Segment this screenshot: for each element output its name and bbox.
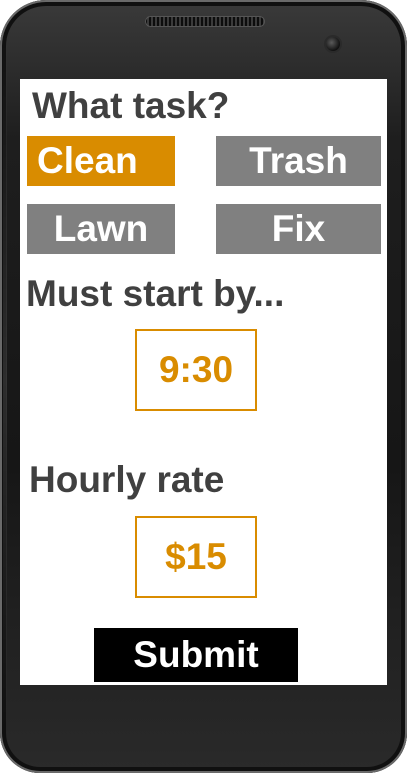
submit-button[interactable]: Submit	[94, 628, 298, 682]
phone-frame: What task? Clean Trash Lawn Fix Must sta…	[0, 0, 407, 773]
task-option-clean[interactable]: Clean	[27, 136, 175, 186]
hourly-rate-heading: Hourly rate	[29, 459, 225, 500]
task-option-fix[interactable]: Fix	[216, 204, 381, 254]
task-option-trash[interactable]: Trash	[216, 136, 381, 186]
task-heading: What task?	[32, 85, 230, 126]
app-screen: What task? Clean Trash Lawn Fix Must sta…	[20, 79, 387, 685]
speaker-grille	[145, 16, 265, 27]
start-time-field[interactable]: 9:30	[135, 329, 257, 411]
task-option-lawn[interactable]: Lawn	[27, 204, 175, 254]
hourly-rate-field[interactable]: $15	[135, 516, 257, 598]
front-camera-icon	[326, 37, 340, 51]
start-time-heading: Must start by...	[26, 273, 285, 314]
